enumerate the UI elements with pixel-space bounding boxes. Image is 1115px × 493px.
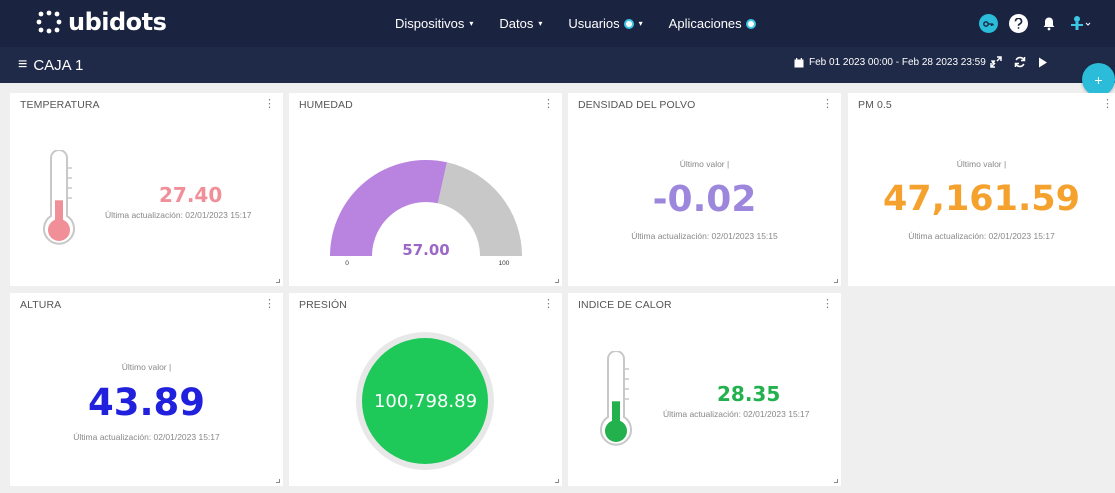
value-caption: Último valor | (956, 159, 1007, 169)
help-icon[interactable] (1009, 14, 1028, 33)
top-navbar: ubidots Dispositivos ▾ Datos ▾ Usuarios … (0, 0, 1115, 47)
widget-title: ALTURA (20, 299, 62, 311)
bell-icon[interactable] (1039, 14, 1058, 33)
dashboard-title: CAJA 1 (33, 56, 84, 74)
widget-title: PRESIÓN (299, 299, 347, 311)
nav-usuarios-label: Usuarios (568, 16, 620, 31)
nav-aplicaciones[interactable]: Aplicaciones (669, 16, 756, 31)
resize-handle-icon[interactable] (555, 279, 559, 283)
gauge-value: 57.00 (402, 241, 449, 259)
gauge-min-label: 0 (345, 260, 349, 267)
widget-value: 43.89 (87, 381, 206, 424)
nav-aplicaciones-label: Aplicaciones (668, 16, 742, 31)
widget-value: -0.02 (652, 179, 757, 220)
last-update: Última actualización: 02/01/2023 15:17 (105, 210, 252, 220)
resize-handle-icon[interactable] (276, 479, 280, 483)
fullscreen-icon[interactable] (990, 56, 1002, 68)
add-widget-button[interactable]: + (1082, 63, 1115, 96)
widget-altura: ALTURA ⋮ Último valor | 43.89 Última act… (10, 293, 283, 486)
widget-value: 100,798.89 (373, 391, 478, 412)
gauge-track (437, 162, 522, 256)
nav-datos[interactable]: Datos ▾ (499, 16, 542, 31)
chevron-down-icon: ▾ (538, 19, 543, 28)
last-update: Última actualización: 02/01/2023 15:17 (73, 432, 220, 442)
notification-dot-icon (745, 18, 756, 29)
date-range-picker[interactable]: Feb 01 2023 00:00 - Feb 28 2023 23:59 ▾ (794, 57, 995, 68)
widget-value: 28.35 (717, 382, 781, 406)
value-caption: Último valor | (679, 159, 730, 169)
widget-value: 47,161.59 (882, 179, 1081, 219)
widget-title: INDICE DE CALOR (578, 299, 672, 311)
gauge-max-label: 100 (499, 260, 510, 267)
play-icon[interactable] (1038, 57, 1048, 68)
logo-text: ubidots (68, 8, 167, 36)
kebab-menu-icon[interactable]: ⋮ (264, 99, 275, 110)
notification-dot-icon (623, 18, 634, 29)
widget-title: PM 0.5 (858, 99, 892, 111)
dashboard-toolbar: ≡ CAJA 1 Feb 01 2023 00:00 - Feb 28 2023… (0, 47, 1115, 83)
hamburger-menu-icon: ≡ (18, 56, 28, 73)
chevron-down-icon: ▾ (469, 19, 474, 28)
chevron-down-icon: ▾ (638, 19, 643, 28)
nav-dispositivos[interactable]: Dispositivos ▾ (395, 16, 473, 31)
header-actions (979, 14, 1102, 33)
widget-value: 27.40 (159, 183, 223, 207)
dashboard-selector[interactable]: ≡ CAJA 1 (18, 56, 83, 74)
nav-usuarios[interactable]: Usuarios ▾ (568, 16, 642, 31)
widget-title: DENSIDAD DEL POLVO (578, 99, 696, 111)
widget-pm-0-5: PM 0.5 ⋮ Último valor | 47,161.59 Última… (848, 93, 1115, 286)
kebab-menu-icon[interactable]: ⋮ (822, 99, 833, 110)
calendar-icon (794, 57, 804, 67)
widget-densidad-del-polvo: DENSIDAD DEL POLVO ⋮ Último valor | -0.0… (568, 93, 841, 286)
gauge-chart: 0 100 57.00 (330, 160, 522, 267)
kebab-menu-icon[interactable]: ⋮ (543, 299, 554, 310)
value-caption: Último valor | (121, 362, 172, 372)
nav-datos-label: Datos (499, 16, 534, 31)
thermometer-icon (43, 150, 75, 245)
user-menu-icon[interactable] (1069, 14, 1091, 33)
logo[interactable]: ubidots (36, 8, 167, 36)
resize-handle-icon[interactable] (555, 479, 559, 483)
kebab-menu-icon[interactable]: ⋮ (1102, 99, 1113, 110)
last-update: Última actualización: 02/01/2023 15:17 (663, 409, 810, 419)
main-nav: Dispositivos ▾ Datos ▾ Usuarios ▾ Aplica… (395, 0, 782, 47)
resize-handle-icon[interactable] (276, 279, 280, 283)
widget-presion: PRESIÓN ⋮ 100,798.89 (289, 293, 562, 486)
plus-icon: + (1094, 71, 1103, 88)
api-key-icon[interactable] (979, 14, 998, 33)
widget-title: TEMPERATURA (20, 99, 100, 111)
last-update: Última actualización: 02/01/2023 15:15 (631, 231, 778, 241)
thermometer-bulb (605, 420, 627, 442)
thermometer-bulb (48, 219, 70, 241)
date-range-label: Feb 01 2023 00:00 - Feb 28 2023 23:59 (809, 57, 986, 68)
ubidots-logo-icon (36, 10, 62, 34)
kebab-menu-icon[interactable]: ⋮ (822, 299, 833, 310)
resize-handle-icon[interactable] (834, 479, 838, 483)
widget-indice-de-calor: INDICE DE CALOR ⋮ 28.35 Última actualiza… (568, 293, 841, 486)
dashboard-actions (990, 56, 1048, 68)
resize-handle-icon[interactable] (834, 279, 838, 283)
nav-dispositivos-label: Dispositivos (395, 16, 465, 31)
widget-temperatura: TEMPERATURA ⋮ 27.40 Última actualización… (10, 93, 283, 286)
last-update: Última actualización: 02/01/2023 15:17 (908, 231, 1055, 241)
thermometer-icon (600, 351, 632, 446)
widget-humedad: HUMEDAD ⋮ 0 100 57.00 (289, 93, 562, 286)
refresh-icon[interactable] (1014, 56, 1026, 68)
kebab-menu-icon[interactable]: ⋮ (264, 299, 275, 310)
